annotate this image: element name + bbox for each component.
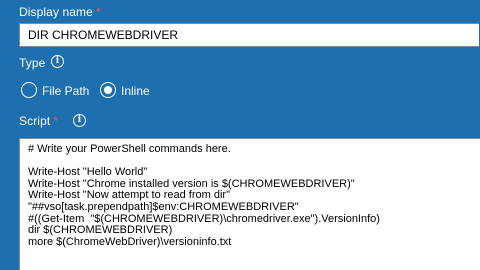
code-line: dir $(CHROMEWEBDRIVER) [28,224,173,237]
inline-radio-label[interactable]: Inline [121,84,150,98]
code-line: "##vso[task.prependpath]$env:CHROMEWEBDR… [28,200,299,213]
code-line: # Write your PowerShell commands here. [28,143,231,155]
type-label: Type [19,56,46,70]
script-label: Script * [19,114,58,128]
code-line: more $(ChromeWebDriver)\versioninfo.txt [28,235,232,248]
file-path-radio-label[interactable]: File Path [42,84,89,98]
script-label-text: Script [19,114,51,128]
file-path-radio[interactable] [21,82,37,98]
info-icon[interactable]: i [51,55,64,68]
required-asterisk: * [95,5,101,19]
required-asterisk: * [53,114,59,128]
display-name-label: Display name * [19,5,101,19]
display-name-input[interactable]: DIR CHROMEWEBDRIVER [19,23,479,47]
display-name-label-text: Display name [19,5,93,19]
inline-radio[interactable] [100,82,116,98]
script-editor[interactable]: # Write your PowerShell commands here. W… [19,138,480,270]
info-icon[interactable]: i [73,114,86,127]
